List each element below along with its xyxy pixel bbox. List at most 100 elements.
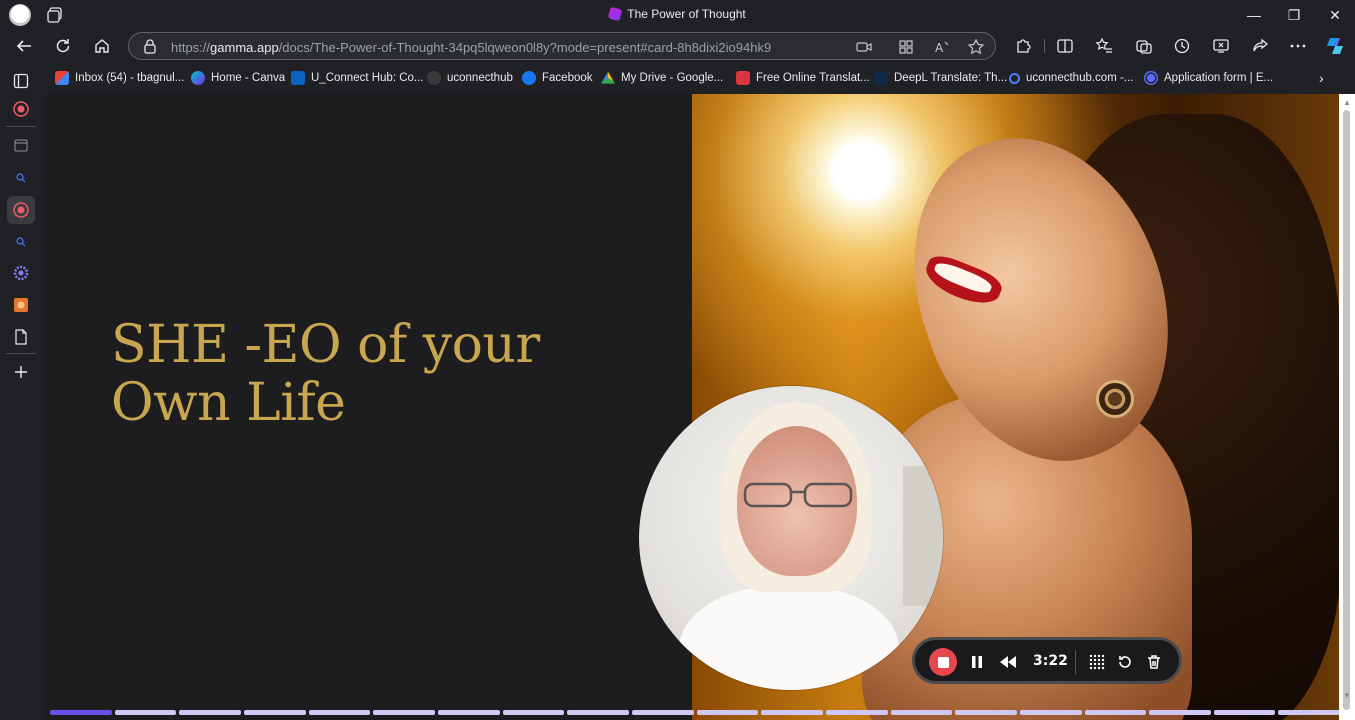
split-screen-button[interactable] <box>1054 35 1076 57</box>
progress-segment[interactable] <box>825 710 888 715</box>
favorite-star-icon[interactable] <box>967 38 985 56</box>
bookmark-uconnecthub[interactable]: uconnecthub <box>427 70 513 86</box>
progress-segment[interactable] <box>437 710 500 715</box>
progress-segment[interactable] <box>1084 710 1147 715</box>
bookmark-canva[interactable]: Home - Canva <box>191 70 285 86</box>
bookmark-uconnecthub-search[interactable]: uconnecthub.com -... <box>1009 70 1133 86</box>
progress-segment[interactable] <box>373 710 435 715</box>
read-aloud-icon[interactable]: A <box>933 38 951 56</box>
progress-segment[interactable] <box>567 710 629 715</box>
flower-app-icon <box>13 265 29 281</box>
sidebar-calendar[interactable] <box>11 135 31 155</box>
favorites-button[interactable] <box>1093 35 1115 57</box>
stop-icon <box>937 656 949 668</box>
canva-icon <box>191 71 205 85</box>
slide-text-panel: SHE -EO of your Own Life <box>45 94 692 720</box>
lock-icon[interactable] <box>143 38 157 54</box>
progress-segment[interactable] <box>761 710 823 715</box>
grid-button[interactable] <box>1087 652 1107 672</box>
sidebar-divider <box>6 353 36 354</box>
sidebar-add-button[interactable] <box>11 362 31 382</box>
progress-segment[interactable] <box>114 710 177 715</box>
bookmark-application-form[interactable]: Application form | E... <box>1144 70 1273 86</box>
bookmark-deepl[interactable]: DeepL Translate: Th... <box>874 70 1007 86</box>
scroll-up-arrow-icon[interactable]: ▲ <box>1343 98 1351 107</box>
progress-segment[interactable] <box>308 710 371 715</box>
vertical-tabs-icon <box>13 73 29 89</box>
pause-button[interactable] <box>967 652 987 672</box>
collections-button[interactable] <box>1133 35 1155 57</box>
restore-button[interactable]: ❐ <box>1283 4 1305 26</box>
bookmark-facebook[interactable]: Facebook <box>522 70 593 86</box>
sidebar-app-orange[interactable] <box>11 295 31 315</box>
progress-segment[interactable] <box>696 710 759 715</box>
slide-progress-bar[interactable] <box>50 710 1341 715</box>
webcam-glasses <box>743 482 853 508</box>
camera-icon[interactable] <box>855 38 873 56</box>
page-scrollbar[interactable]: ▲ ▼ <box>1339 94 1355 720</box>
translate-icon <box>736 71 750 85</box>
progress-segment[interactable] <box>502 710 565 715</box>
minimize-button[interactable]: — <box>1243 4 1265 26</box>
sidebar-document[interactable] <box>11 327 31 347</box>
scroll-down-arrow-icon[interactable]: ▼ <box>1343 691 1351 700</box>
plus-icon <box>15 366 27 378</box>
progress-segment[interactable] <box>1213 710 1276 715</box>
url-text[interactable]: https://gamma.app/docs/The-Power-of-Thou… <box>171 40 771 55</box>
progress-segment[interactable] <box>890 710 953 715</box>
restart-button[interactable] <box>1115 652 1135 672</box>
progress-segment[interactable] <box>1149 710 1211 715</box>
sidebar-record-1[interactable] <box>11 99 31 119</box>
bookmark-translator[interactable]: Free Online Translat... <box>736 70 870 86</box>
stop-recording-button[interactable] <box>929 648 957 676</box>
back-button[interactable] <box>13 35 35 57</box>
address-bar[interactable]: https://gamma.app/docs/The-Power-of-Thou… <box>128 32 996 60</box>
delete-recording-button[interactable] <box>1144 652 1164 672</box>
extensions-button[interactable] <box>1012 35 1034 57</box>
collections-icon <box>1136 40 1152 54</box>
bookmarks-more-chevron[interactable]: › <box>1319 70 1324 86</box>
restart-icon <box>1119 656 1131 668</box>
screenshot-button[interactable] <box>1210 35 1232 57</box>
progress-segment[interactable] <box>50 710 112 715</box>
rewind-button[interactable] <box>998 652 1018 672</box>
scrollbar-thumb[interactable] <box>1343 110 1350 710</box>
progress-segment[interactable] <box>243 710 306 715</box>
sidebar-app-flower[interactable] <box>11 263 31 283</box>
sidebar-divider <box>6 126 36 127</box>
copilot-button[interactable] <box>1324 35 1346 57</box>
calendar-icon <box>14 139 28 152</box>
sidebar-record-active[interactable] <box>7 196 35 224</box>
close-button[interactable]: ✕ <box>1324 4 1346 26</box>
search-icon <box>1009 72 1020 84</box>
sidebar-search-2[interactable] <box>11 232 31 252</box>
progress-segment[interactable] <box>955 710 1017 715</box>
bookmark-google-drive[interactable]: My Drive - Google... <box>601 70 723 86</box>
progress-segment[interactable] <box>179 710 241 715</box>
share-button[interactable] <box>1249 35 1271 57</box>
bookmark-gmail[interactable]: Inbox (54) - tbagnul... <box>55 70 184 86</box>
home-button[interactable] <box>91 35 113 57</box>
progress-segment[interactable] <box>1019 710 1082 715</box>
webcam-background-door <box>903 466 943 606</box>
progress-segment[interactable] <box>1278 710 1341 715</box>
more-button[interactable] <box>1287 35 1309 57</box>
home-icon <box>95 39 109 53</box>
sidebar-tabs-button[interactable] <box>11 71 31 91</box>
progress-segment[interactable] <box>631 710 694 715</box>
more-dots-icon <box>1290 44 1306 48</box>
pause-icon <box>972 656 982 668</box>
facebook-icon <box>522 71 536 85</box>
bookmark-uconnect-hub[interactable]: U_Connect Hub: Co... <box>291 70 424 86</box>
copilot-icon <box>1327 38 1343 54</box>
record-icon <box>13 101 29 117</box>
history-button[interactable] <box>1171 35 1193 57</box>
refresh-button[interactable] <box>52 35 74 57</box>
sidebar-search-1[interactable] <box>11 168 31 188</box>
webcam-bubble[interactable] <box>639 386 943 690</box>
refresh-icon <box>56 39 70 53</box>
uconnect-icon <box>427 71 441 85</box>
browser-sidebar <box>0 73 42 720</box>
bookmarks-bar: Inbox (54) - tbagnul... Home - Canva U_C… <box>0 62 1355 92</box>
apps-grid-icon[interactable] <box>897 38 915 56</box>
